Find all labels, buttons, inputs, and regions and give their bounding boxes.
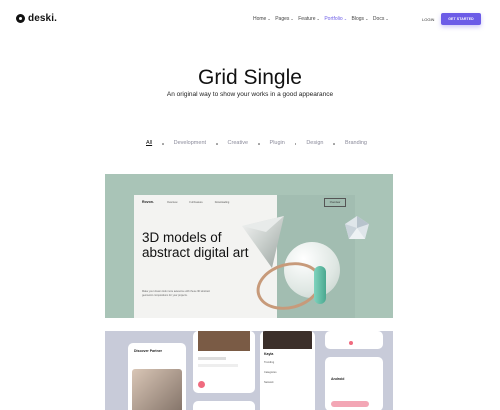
chevron-down-icon: ⌄ [290,16,294,21]
login-link[interactable]: LOGIN [422,17,434,22]
phone-mockup: Android [325,357,383,410]
chevron-down-icon: ⌄ [385,16,389,21]
menu-item: Categories [264,371,277,374]
menu-item: Network [264,381,274,384]
mockup-logo: Rovon. [142,200,154,204]
separator-dot [333,143,335,145]
mockup-nav-item: Downloading [214,200,230,204]
chevron-down-icon: ⌄ [365,16,369,21]
nav-item-docs[interactable]: Docs⌄ [373,16,389,22]
chevron-down-icon: ⌄ [343,16,348,21]
filter-plugin[interactable]: Plugin [270,140,285,146]
phone-mockup: Kayla Trending Categories Network [260,331,315,410]
phone-title: Discover Partner [134,349,163,353]
cylinder-shape [314,266,326,304]
record-icon [198,381,205,388]
phone-mockup [193,331,255,393]
phone-mockup [193,401,255,410]
crystal-gem-shape [345,216,369,239]
text-line [198,357,226,360]
chevron-down-icon: ⌄ [267,16,271,21]
logo[interactable]: deski. [16,13,57,24]
nav-label: Feature [298,16,316,22]
heart-icon [349,341,353,345]
mockup-nav-item: Overview [167,200,178,204]
filter-creative[interactable]: Creative [228,140,248,146]
profile-name: Kayla [264,352,274,356]
nav-label: Docs [372,16,385,22]
text-line [198,364,238,367]
chevron-down-icon: ⌄ [316,16,320,21]
photo-thumbnail [263,331,312,349]
separator-dot [258,143,260,145]
portfolio-item-mobile-app[interactable]: Discover Partner Kayla Trending Categori… [105,331,393,410]
nav-item-home[interactable]: Home⌄ [253,16,271,22]
phone-mockup [325,331,383,349]
separator-dot [294,143,297,145]
photo-thumbnail [132,369,182,410]
filter-design[interactable]: Design [306,140,323,146]
page-subtitle: An original way to show your works in a … [166,90,334,98]
nav-item-pages[interactable]: Pages⌄ [275,16,294,22]
page-title: Grid Single [198,66,302,90]
logo-mark-icon [16,14,25,23]
nav-label: Blogs [351,16,365,22]
portfolio-filter-bar: All Development Creative Plugin Design B… [146,140,367,146]
menu-item: Trending [264,361,275,364]
separator-dot [216,143,218,145]
mockup-description: Make your dream look more awesome with t… [142,290,210,297]
get-started-button[interactable]: GET STARTED [441,13,481,25]
marble-cone-shape [242,216,284,268]
phone-mockup: Discover Partner [128,343,186,410]
mockup-nav: Overview Full Feature Downloading [167,201,229,204]
nav-label: Home [253,16,267,22]
photo-thumbnail [198,331,250,351]
separator-dot [162,143,164,145]
mockup-nav-item: Full Feature [189,200,203,204]
action-button [331,401,369,407]
nav-label: Portfolio [324,16,343,22]
filter-branding[interactable]: Branding [345,140,367,146]
nav-item-feature[interactable]: Feature⌄ [298,16,320,22]
nav-label: Pages [275,16,290,22]
nav-item-portfolio[interactable]: Portfolio⌄ [324,16,347,22]
filter-all[interactable]: All [146,140,152,146]
mockup-button: Overview [324,198,346,207]
filter-development[interactable]: Development [174,140,206,146]
main-nav: Home⌄ Pages⌄ Feature⌄ Portfolio⌄ Blogs⌄ … [253,16,393,22]
card-title: Android [331,377,345,381]
nav-item-blogs[interactable]: Blogs⌄ [352,16,369,22]
logo-text: deski. [28,13,57,24]
